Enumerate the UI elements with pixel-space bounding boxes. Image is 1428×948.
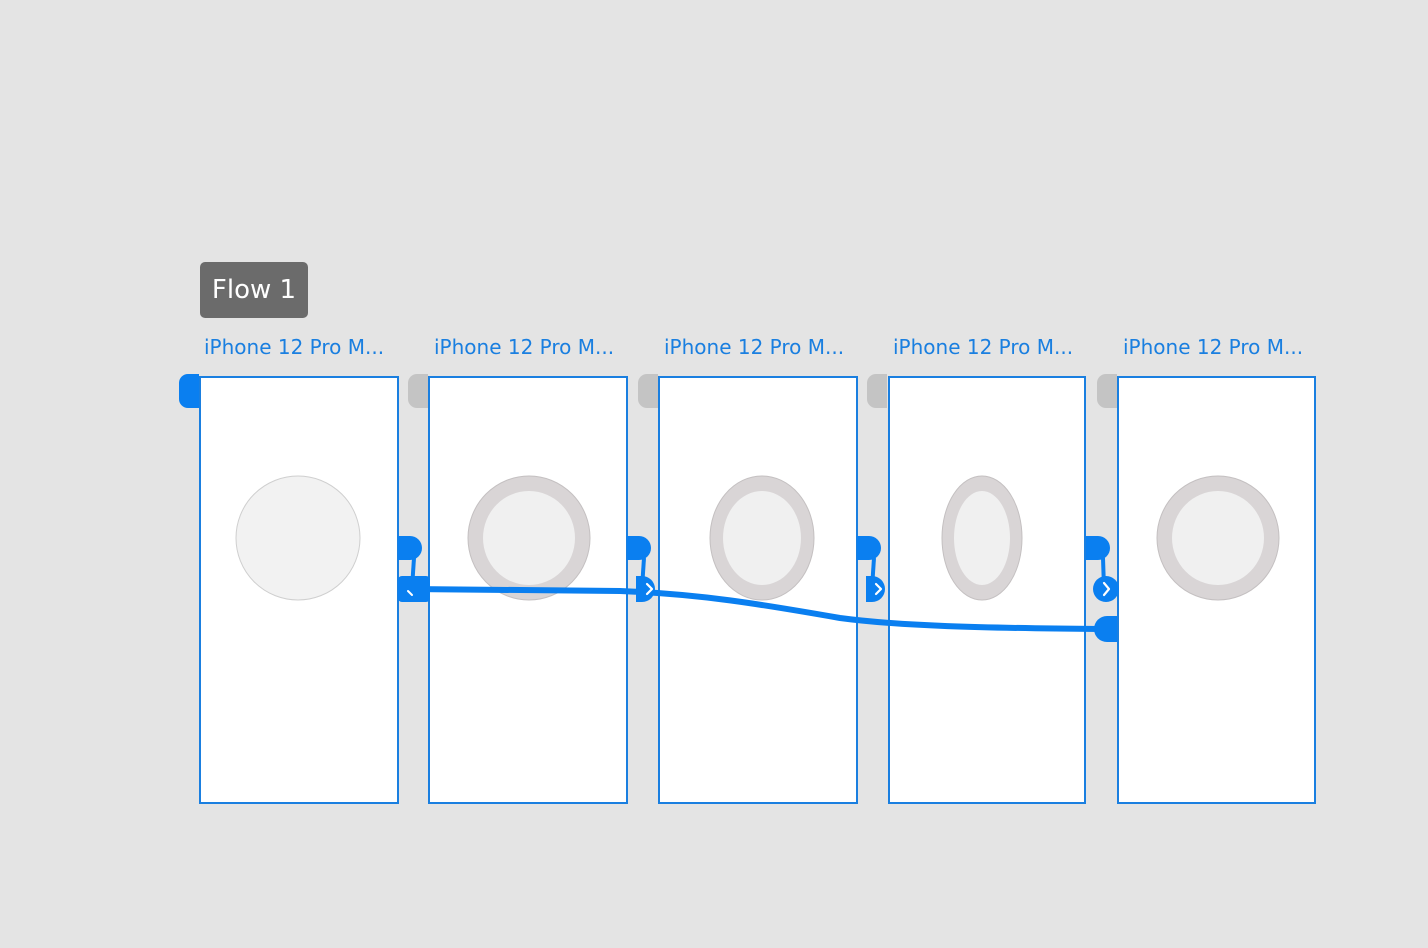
chevron-right-icon[interactable] xyxy=(636,576,655,602)
ring-outer-shape[interactable] xyxy=(709,475,815,601)
home-artboard-marker-icon[interactable] xyxy=(179,374,199,408)
flow-label[interactable]: Flow 1 xyxy=(200,262,308,318)
artboard-title-4[interactable]: iPhone 12 Pro M... xyxy=(893,333,1093,361)
home-artboard-marker-icon[interactable] xyxy=(408,374,428,408)
artboard-title-3[interactable]: iPhone 12 Pro M... xyxy=(664,333,864,361)
wire-end-handle-icon[interactable] xyxy=(1094,616,1117,642)
artboard-title-5[interactable]: iPhone 12 Pro M... xyxy=(1123,333,1323,361)
chevron-right-icon[interactable] xyxy=(866,576,885,602)
home-artboard-marker-icon[interactable] xyxy=(867,374,887,408)
chevron-right-icon[interactable] xyxy=(1093,576,1119,602)
ring-outer-shape[interactable] xyxy=(467,475,591,601)
artboard-title-2[interactable]: iPhone 12 Pro M... xyxy=(434,333,634,361)
artboard-title-1[interactable]: iPhone 12 Pro M... xyxy=(204,333,404,361)
wire-start-handle-icon[interactable] xyxy=(398,576,430,602)
home-artboard-marker-icon[interactable] xyxy=(638,374,658,408)
ring-outer-shape[interactable] xyxy=(941,475,1023,601)
design-canvas[interactable]: Flow 1 iPhone 12 Pro M... iPhone 12 Pro … xyxy=(0,0,1428,948)
circle-shape[interactable] xyxy=(235,475,361,601)
ring-outer-shape[interactable] xyxy=(1156,475,1280,601)
home-artboard-marker-icon[interactable] xyxy=(1097,374,1117,408)
